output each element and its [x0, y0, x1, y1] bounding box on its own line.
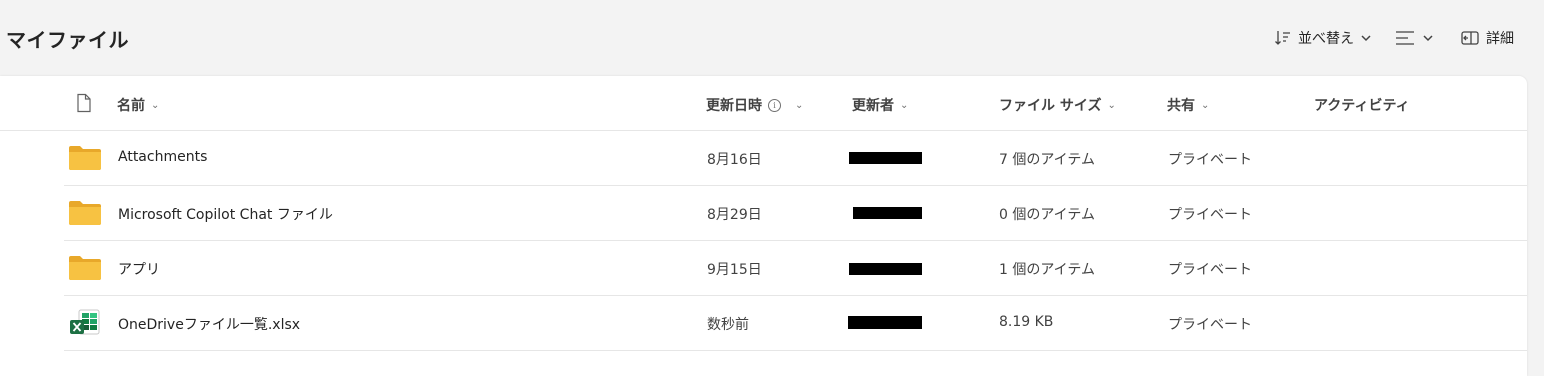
folder-icon [68, 255, 102, 285]
chevron-down-icon: ⌄ [151, 99, 160, 111]
excel-file-icon [69, 308, 101, 342]
column-header-name[interactable]: 名前 ⌄ [117, 95, 159, 115]
info-icon[interactable]: i [768, 98, 781, 112]
file-name[interactable]: OneDriveファイル一覧.xlsx [118, 314, 300, 334]
file-name[interactable]: アプリ [118, 259, 160, 279]
modified-by-redacted [853, 207, 922, 219]
file-row[interactable]: Attachments 8月16日 7 個のアイテム プライベート [64, 131, 1527, 186]
modified-by-redacted [848, 316, 922, 329]
sort-button[interactable]: 並べ替え [1274, 26, 1372, 50]
column-header-modified-by[interactable]: 更新者 ⌄ [852, 95, 908, 115]
file-size: 1 個のアイテム [999, 262, 1095, 278]
column-header-row: 名前 ⌄ 更新日時 i ⌄ 更新者 ⌄ ファイル サイズ ⌄ 共有 ⌄ アクティ… [0, 76, 1527, 131]
chevron-down-icon: ⌄ [1107, 99, 1116, 111]
file-type-icon[interactable] [76, 93, 92, 117]
chevron-down-icon: ⌄ [795, 99, 804, 111]
sharing-status: プライベート [1168, 317, 1252, 333]
page-title: マイファイル [6, 28, 129, 52]
file-row[interactable]: Microsoft Copilot Chat ファイル 8月29日 0 個のアイ… [64, 186, 1527, 241]
modified-date: 8月16日 [707, 152, 762, 168]
file-name[interactable]: Microsoft Copilot Chat ファイル [118, 204, 333, 224]
details-label: 詳細 [1486, 31, 1514, 47]
file-row[interactable]: アプリ 9月15日 1 個のアイテム プライベート [64, 241, 1527, 296]
modified-by-redacted [849, 263, 922, 275]
modified-date: 数秒前 [707, 317, 749, 333]
chevron-down-icon [1360, 32, 1372, 44]
modified-by-redacted [849, 152, 922, 164]
sharing-status: プライベート [1168, 152, 1252, 168]
file-size: 0 個のアイテム [999, 207, 1095, 223]
sharing-status: プライベート [1168, 262, 1252, 278]
file-name[interactable]: Attachments [118, 149, 207, 165]
file-row[interactable]: OneDriveファイル一覧.xlsx 数秒前 8.19 KB プライベート [64, 296, 1527, 351]
file-size: 8.19 KB [999, 314, 1054, 330]
column-header-file-size[interactable]: ファイル サイズ ⌄ [999, 95, 1116, 115]
folder-icon [68, 145, 102, 175]
sharing-status: プライベート [1168, 207, 1252, 223]
details-button[interactable]: 詳細 [1460, 26, 1514, 50]
view-options-button[interactable] [1394, 26, 1434, 50]
sort-icon [1274, 29, 1292, 47]
chevron-down-icon: ⌄ [1201, 99, 1210, 111]
modified-date: 9月15日 [707, 262, 762, 278]
list-view-icon [1394, 29, 1416, 47]
file-list: 名前 ⌄ 更新日時 i ⌄ 更新者 ⌄ ファイル サイズ ⌄ 共有 ⌄ アクティ… [0, 76, 1527, 376]
folder-icon [68, 200, 102, 230]
column-header-sharing[interactable]: 共有 ⌄ [1167, 95, 1209, 115]
chevron-down-icon [1422, 32, 1434, 44]
toolbar: 並べ替え 詳細 [1274, 26, 1514, 50]
details-pane-icon [1460, 29, 1480, 47]
column-header-activity: アクティビティ [1314, 98, 1410, 114]
column-header-modified[interactable]: 更新日時 i ⌄ [706, 95, 803, 115]
file-size: 7 個のアイテム [999, 152, 1095, 168]
chevron-down-icon: ⌄ [900, 99, 909, 111]
modified-date: 8月29日 [707, 207, 762, 223]
sort-label: 並べ替え [1298, 31, 1354, 47]
